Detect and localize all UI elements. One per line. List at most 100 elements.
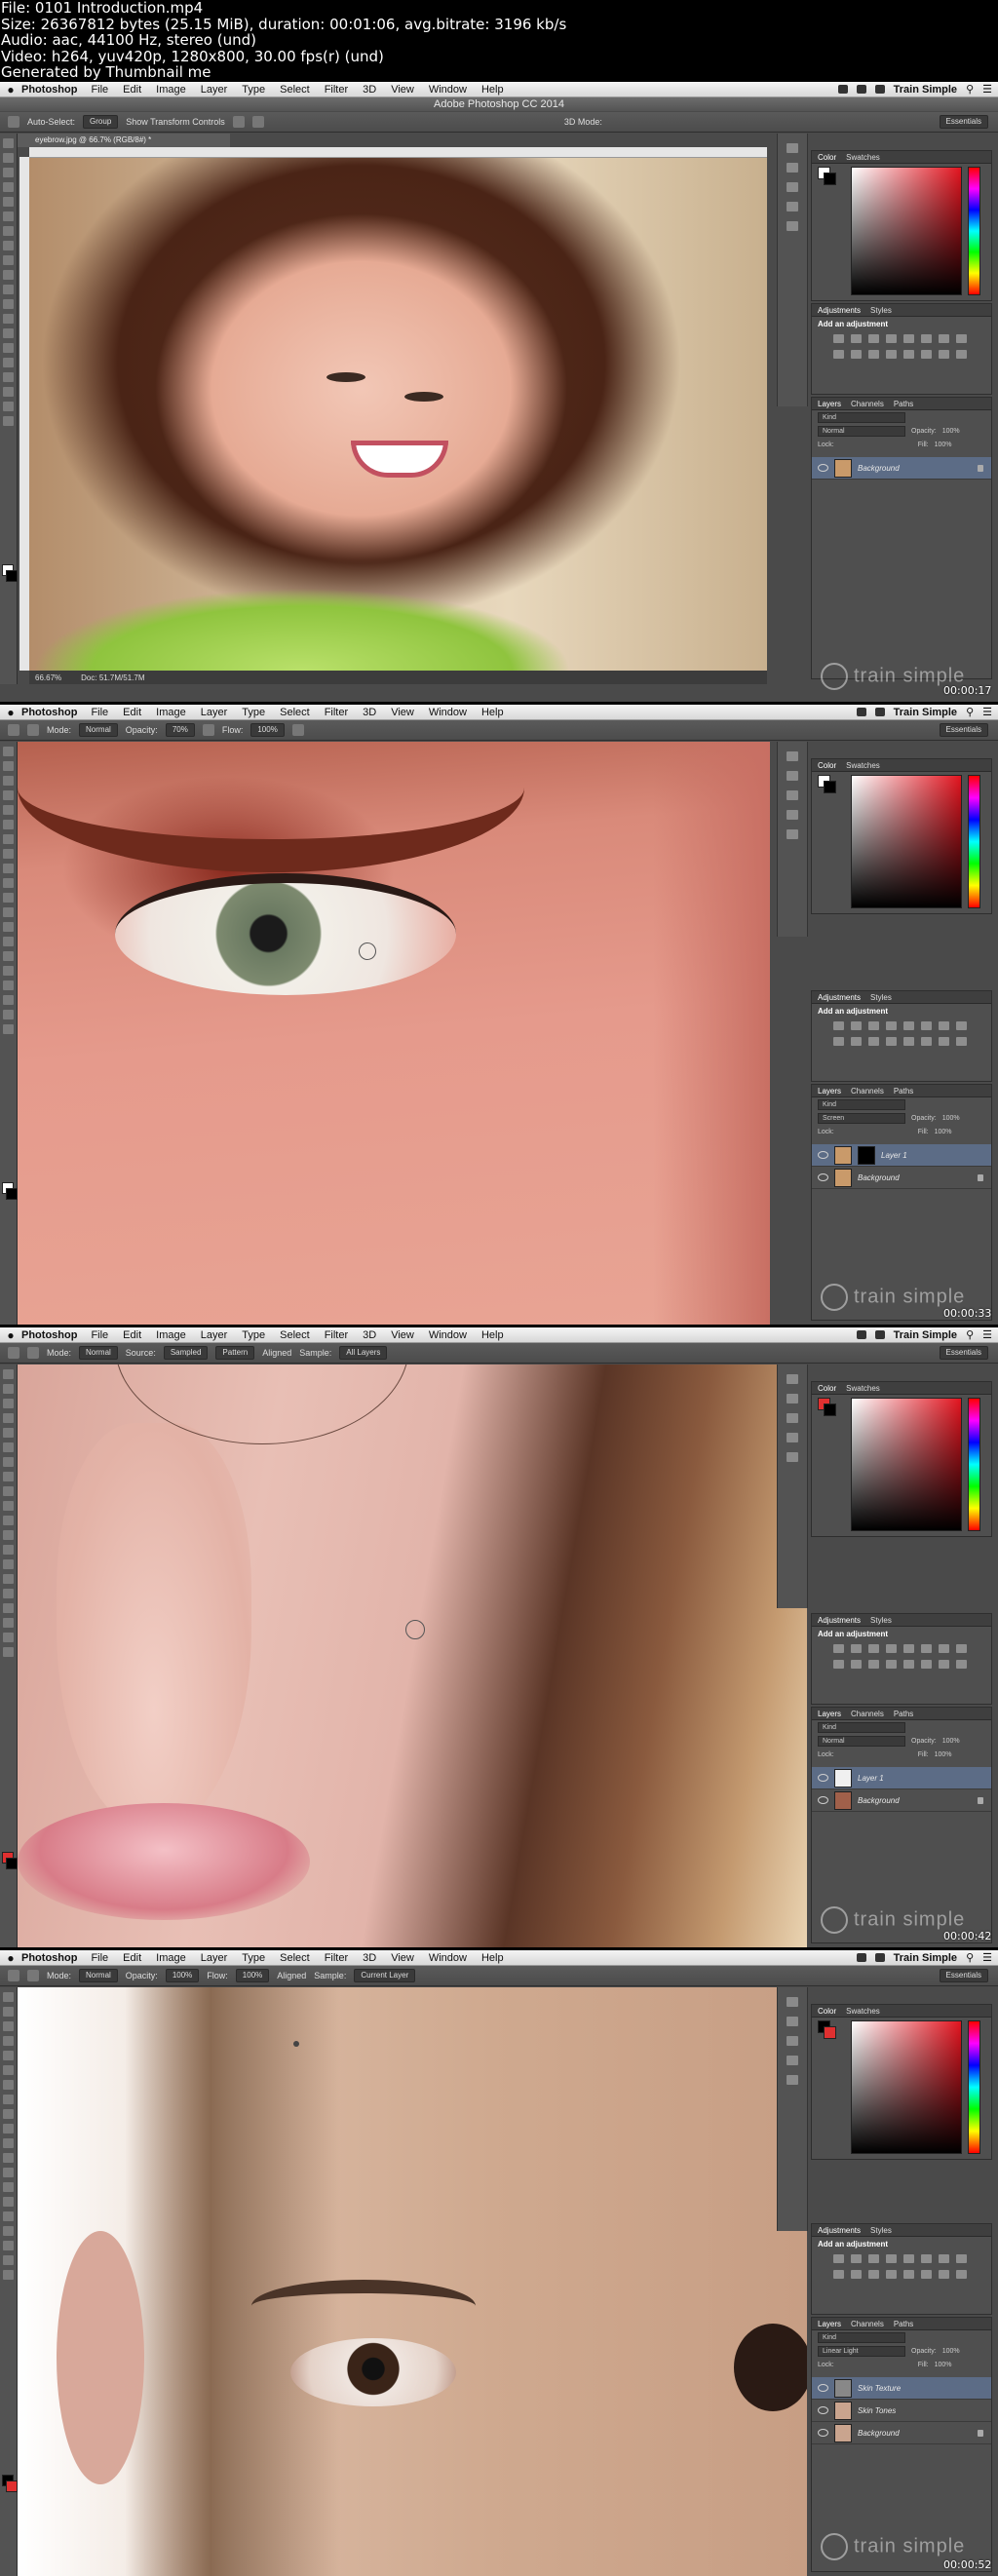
- photo-filter-icon[interactable]: [833, 1037, 844, 1046]
- threshold-icon[interactable]: [921, 2270, 932, 2279]
- eye-icon[interactable]: [818, 2429, 828, 2437]
- dodge-tool[interactable]: [3, 328, 14, 338]
- menu-filter[interactable]: Filter: [325, 1329, 348, 1341]
- apple-icon[interactable]: ●: [0, 706, 21, 719]
- exposure-icon[interactable]: [886, 1021, 897, 1030]
- layer-row[interactable]: Background: [812, 1167, 991, 1189]
- layer-name[interactable]: Background: [858, 464, 900, 473]
- hand-tool[interactable]: [3, 2255, 14, 2265]
- opt-transform[interactable]: Show Transform Controls: [126, 117, 225, 127]
- tab-layers[interactable]: Layers: [818, 2320, 841, 2328]
- background-color[interactable]: [6, 2480, 18, 2492]
- menu-edit[interactable]: Edit: [123, 707, 141, 718]
- properties-panel-icon[interactable]: [787, 2017, 798, 2026]
- menu-layer[interactable]: Layer: [201, 1952, 228, 1964]
- info-panel-icon[interactable]: [787, 790, 798, 800]
- tab-styles[interactable]: Styles: [870, 993, 892, 1002]
- vibrance-icon[interactable]: [903, 334, 914, 343]
- posterize-icon[interactable]: [903, 1660, 914, 1669]
- crop-tool[interactable]: [3, 197, 14, 207]
- eye-icon[interactable]: [818, 1151, 828, 1159]
- opt-flow[interactable]: 100%: [235, 1969, 270, 1982]
- background-color[interactable]: [6, 570, 18, 582]
- color-field[interactable]: [851, 775, 962, 908]
- photo-filter-icon[interactable]: [833, 350, 844, 359]
- hue-sat-icon[interactable]: [921, 1644, 932, 1653]
- history-brush-tool[interactable]: [3, 1501, 14, 1511]
- opt-sample[interactable]: All Layers: [339, 1346, 388, 1360]
- menu-filter[interactable]: Filter: [325, 707, 348, 718]
- healing-tool[interactable]: [3, 226, 14, 236]
- menu-app[interactable]: Photoshop: [21, 707, 77, 718]
- menu-layer[interactable]: Layer: [201, 1329, 228, 1341]
- search-icon[interactable]: ⚲: [966, 706, 974, 718]
- tab-layers[interactable]: Layers: [818, 1710, 841, 1718]
- bw-icon[interactable]: [956, 1021, 967, 1030]
- eye-icon[interactable]: [818, 2384, 828, 2392]
- list-icon[interactable]: ☰: [982, 706, 992, 718]
- tab-swatches[interactable]: Swatches: [846, 761, 880, 770]
- color-lookup-icon[interactable]: [868, 2270, 879, 2279]
- gradient-map-icon[interactable]: [939, 1660, 949, 1669]
- curves-icon[interactable]: [868, 334, 879, 343]
- opt-aligned[interactable]: Aligned: [277, 1971, 306, 1980]
- zoom-tool[interactable]: [3, 2270, 14, 2280]
- user-name[interactable]: Train Simple: [894, 707, 957, 718]
- blend-mode[interactable]: Normal: [818, 1735, 905, 1747]
- tab-channels[interactable]: Channels: [851, 1710, 884, 1718]
- workspace-select[interactable]: Essentials: [939, 1969, 988, 1982]
- tab-layers[interactable]: Layers: [818, 400, 841, 408]
- curves-icon[interactable]: [868, 2254, 879, 2263]
- menu-help[interactable]: Help: [481, 1952, 504, 1964]
- gradient-map-icon[interactable]: [939, 350, 949, 359]
- align-icon[interactable]: [232, 116, 245, 128]
- info-panel-icon[interactable]: [787, 2036, 798, 2046]
- move-tool-icon[interactable]: [8, 116, 19, 128]
- opt-source-sampled[interactable]: Sampled: [163, 1346, 209, 1360]
- paragraph-panel-icon[interactable]: [787, 2075, 798, 2085]
- history-brush-tool[interactable]: [3, 270, 14, 280]
- canvas-face-closeup[interactable]: [18, 1987, 807, 2576]
- menu-window[interactable]: Window: [429, 1329, 467, 1341]
- pen-tool[interactable]: [3, 2197, 14, 2207]
- stamp-tool[interactable]: [3, 864, 14, 873]
- brush-preset-icon[interactable]: [27, 1970, 39, 1981]
- menu-select[interactable]: Select: [280, 84, 310, 96]
- workspace-select[interactable]: Essentials: [939, 723, 988, 737]
- lasso-tool[interactable]: [3, 1399, 14, 1408]
- opt-opacity[interactable]: 70%: [165, 723, 195, 737]
- info-panel-icon[interactable]: [787, 1413, 798, 1423]
- posterize-icon[interactable]: [903, 2270, 914, 2279]
- background-color[interactable]: [6, 1858, 18, 1869]
- canvas-eye-closeup[interactable]: [18, 742, 770, 1325]
- quick-select-tool[interactable]: [3, 2036, 14, 2046]
- wifi-icon[interactable]: [837, 85, 848, 94]
- menu-view[interactable]: View: [391, 84, 414, 96]
- menu-help[interactable]: Help: [481, 84, 504, 96]
- eraser-tool[interactable]: [3, 2138, 14, 2148]
- color-balance-icon[interactable]: [939, 1021, 949, 1030]
- blend-mode[interactable]: Normal: [818, 425, 905, 437]
- move-tool[interactable]: [3, 138, 14, 148]
- tab-color[interactable]: Color: [818, 2007, 836, 2016]
- hand-tool[interactable]: [3, 402, 14, 411]
- hue-sat-icon[interactable]: [921, 1021, 932, 1030]
- photo-filter-icon[interactable]: [833, 1660, 844, 1669]
- color-field[interactable]: [851, 1398, 962, 1531]
- lasso-tool[interactable]: [3, 168, 14, 177]
- history-brush-tool[interactable]: [3, 2124, 14, 2134]
- paragraph-panel-icon[interactable]: [787, 1452, 798, 1462]
- battery-icon[interactable]: [874, 708, 885, 716]
- color-field[interactable]: [851, 167, 962, 295]
- vibrance-icon[interactable]: [903, 1021, 914, 1030]
- character-panel-icon[interactable]: [787, 1433, 798, 1442]
- character-panel-icon[interactable]: [787, 810, 798, 820]
- tab-adjustments[interactable]: Adjustments: [818, 993, 861, 1002]
- eraser-tool[interactable]: [3, 1516, 14, 1525]
- history-panel-icon[interactable]: [787, 1374, 798, 1384]
- menu-layer[interactable]: Layer: [201, 707, 228, 718]
- levels-icon[interactable]: [851, 1644, 862, 1653]
- paragraph-panel-icon[interactable]: [787, 221, 798, 231]
- gradient-map-icon[interactable]: [939, 2270, 949, 2279]
- layer-name[interactable]: Background: [858, 1173, 900, 1182]
